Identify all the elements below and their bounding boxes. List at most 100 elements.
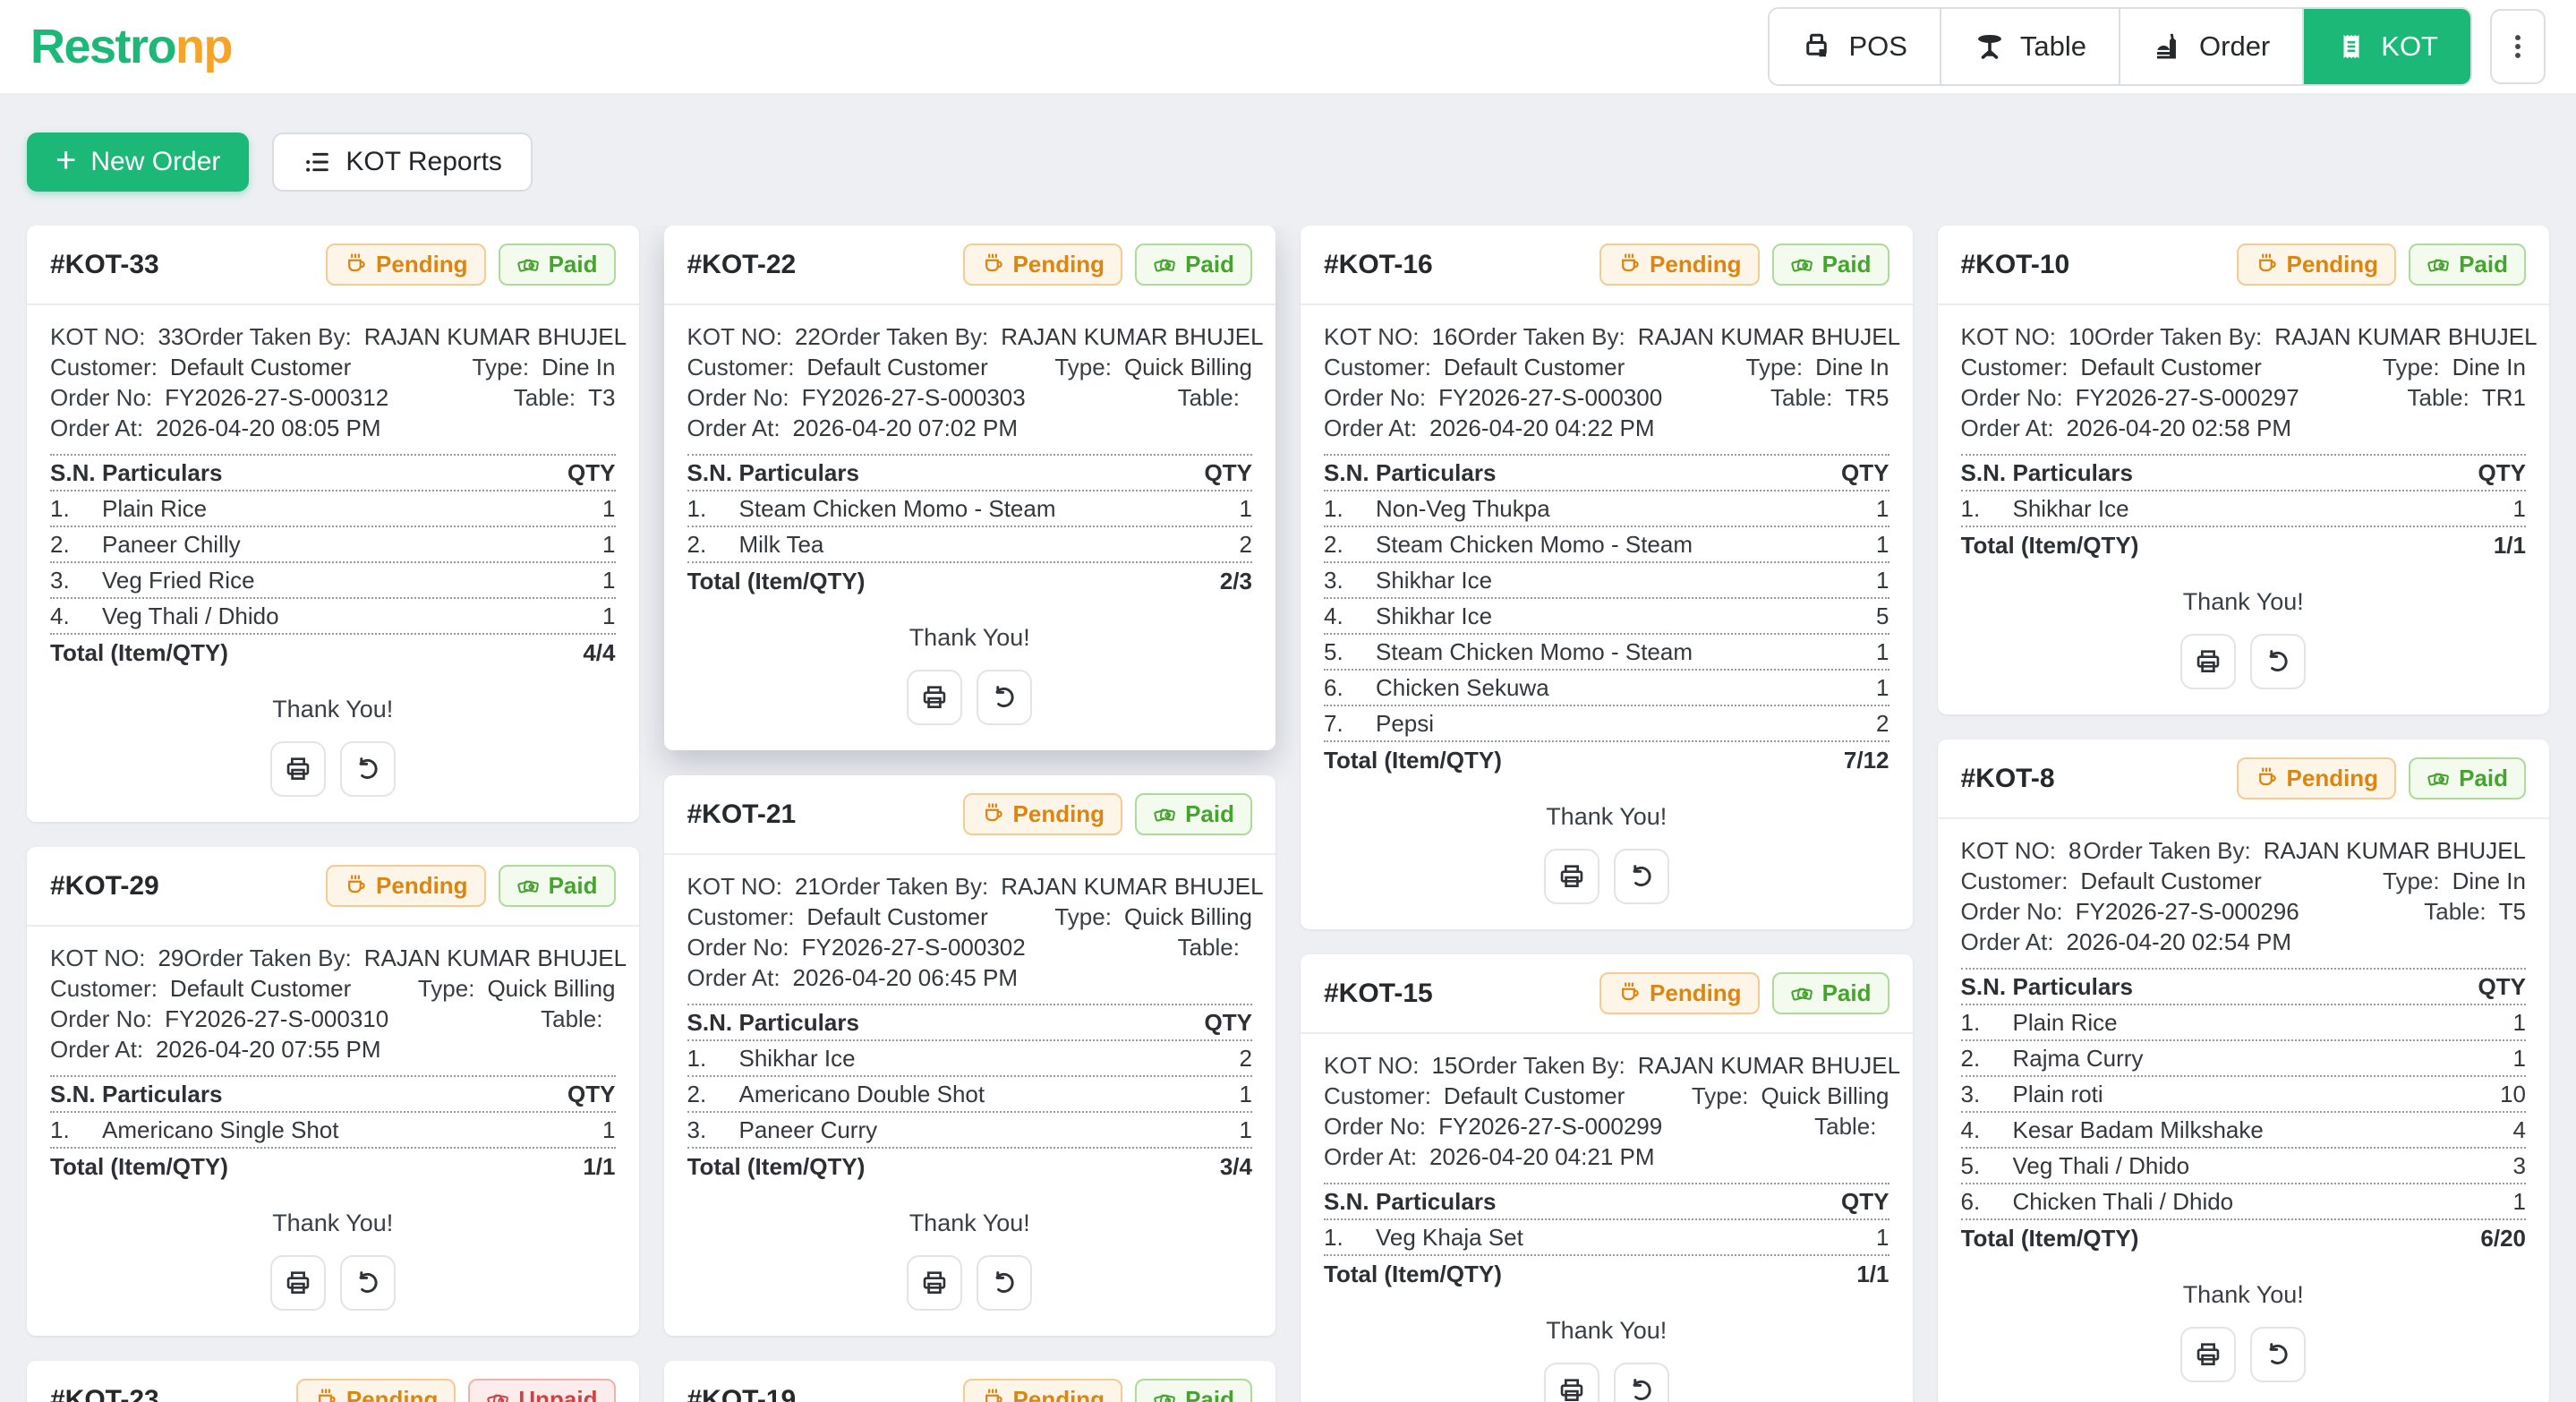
refresh-icon	[990, 1269, 1019, 1297]
print-button[interactable]	[270, 1255, 326, 1311]
customer-value: Default Customer	[806, 902, 987, 932]
order-taken-by: Order Taken By:RAJAN KUMAR BHUJEL	[183, 943, 627, 973]
item-name: Rajma Curry	[2013, 1041, 2446, 1075]
total-row: Total (Item/QTY)1/1	[50, 1147, 616, 1184]
total-value: 4/4	[535, 635, 616, 671]
paid-badge: Paid	[1135, 244, 1252, 286]
order-type-value: Quick Billing	[1124, 352, 1252, 382]
order-taken-by-value: RAJAN KUMAR BHUJEL	[2274, 321, 2537, 352]
total-row: Total (Item/QTY)1/1	[1961, 526, 2527, 563]
print-button[interactable]	[1544, 1363, 1599, 1402]
coffee-cup-icon	[981, 252, 1005, 277]
item-qty: 1	[535, 599, 616, 633]
more-menu-button[interactable]	[2490, 9, 2546, 84]
items-table-header: S.N.ParticularsQTY	[687, 454, 1253, 490]
kot-card-title: #KOT-29	[50, 871, 159, 902]
refresh-button[interactable]	[2250, 1327, 2306, 1382]
table-no: Table:	[1178, 382, 1252, 413]
nav-item-order[interactable]: Order	[2119, 9, 2302, 84]
item-name: Plain roti	[2013, 1077, 2446, 1111]
thank-you-text: Thank You!	[1961, 1281, 2527, 1309]
print-button[interactable]	[2180, 634, 2236, 689]
kot-card-header: #KOT-21PendingPaid	[664, 775, 1276, 855]
refresh-button[interactable]	[1614, 849, 1669, 904]
order-type-value: Dine In	[542, 352, 615, 382]
order-at-value: 2026-04-20 07:55 PM	[156, 1034, 381, 1064]
item-row: 6.Chicken Sekuwa1	[1324, 669, 1889, 705]
customer-label: Customer:	[687, 902, 795, 932]
item-row: 6.Chicken Thali / Dhido1	[1961, 1183, 2527, 1218]
print-button[interactable]	[907, 1255, 962, 1311]
order-info: KOT NO:8Order Taken By:RAJAN KUMAR BHUJE…	[1961, 835, 2527, 968]
thank-you-text: Thank You!	[687, 624, 1253, 652]
kot-no-label: KOT NO:	[50, 321, 145, 352]
col-qty: QTY	[2445, 456, 2526, 490]
item-row: 4.Veg Thali / Dhido1	[50, 597, 616, 633]
board-column: #KOT-10PendingPaidKOT NO:10Order Taken B…	[1938, 226, 2550, 1402]
refresh-button[interactable]	[2250, 634, 2306, 689]
item-name: Plain Rice	[2013, 1005, 2446, 1039]
refresh-button[interactable]	[977, 1255, 1032, 1311]
kot-no-value: 33	[158, 321, 183, 352]
plus-icon: +	[55, 142, 76, 178]
customer-label: Customer:	[687, 352, 795, 382]
order-no-value: FY2026-27-S-000296	[2076, 896, 2299, 927]
refresh-button[interactable]	[340, 1255, 396, 1311]
item-row: 1.Veg Khaja Set1	[1324, 1218, 1889, 1254]
order-type-label: Type:	[1054, 902, 1112, 932]
order-at-label: Order At:	[687, 413, 780, 443]
item-row: 3.Shikhar Ice1	[1324, 561, 1889, 597]
print-button[interactable]	[2180, 1327, 2236, 1382]
order-type-label: Type:	[1054, 352, 1112, 382]
item-name: Chicken Sekuwa	[1376, 671, 1809, 705]
order-at: Order At:2026-04-20 06:45 PM	[687, 962, 1019, 993]
kot-board: #KOT-33PendingPaidKOT NO:33Order Taken B…	[0, 226, 2576, 1402]
pending-badge: Pending	[2237, 757, 2397, 799]
print-button[interactable]	[907, 670, 962, 725]
new-order-button[interactable]: + New Order	[27, 133, 249, 192]
kot-no-value: 22	[795, 321, 821, 352]
status-badges: PendingUnpaid	[296, 1379, 616, 1402]
item-row: 3.Veg Fried Rice1	[50, 561, 616, 597]
items-table-header: S.N.ParticularsQTY	[687, 1004, 1253, 1039]
kot-card-title: #KOT-15	[1324, 979, 1433, 1009]
order-taken-by-label: Order Taken By:	[1457, 1050, 1625, 1081]
nav-item-pos[interactable]: POS	[1770, 9, 1939, 84]
item-name: Veg Thali / Dhido	[2013, 1149, 2446, 1183]
item-qty: 1	[1809, 492, 1889, 526]
nav-item-kot[interactable]: KOT	[2302, 9, 2470, 84]
info-row: KOT NO:15Order Taken By:RAJAN KUMAR BHUJ…	[1324, 1050, 1889, 1081]
kot-card-body: KOT NO:15Order Taken By:RAJAN KUMAR BHUJ…	[1301, 1034, 1913, 1402]
cash-register-icon	[1802, 30, 1834, 63]
total-label: Total (Item/QTY)	[687, 563, 1173, 599]
kot-card-body: KOT NO:10Order Taken By:RAJAN KUMAR BHUJ…	[1938, 305, 2550, 714]
nav-item-table[interactable]: Table	[1940, 9, 2119, 84]
total-label: Total (Item/QTY)	[50, 635, 535, 671]
col-qty: QTY	[1809, 456, 1889, 490]
items-table-header: S.N.ParticularsQTY	[1961, 454, 2527, 490]
order-type-value: Quick Billing	[487, 973, 615, 1004]
total-value: 1/1	[535, 1149, 616, 1184]
table-no: Table:TR1	[2407, 382, 2526, 413]
item-sn: 6.	[1324, 671, 1376, 705]
refresh-button[interactable]	[340, 741, 396, 797]
kot-card-title: #KOT-10	[1961, 250, 2070, 280]
kot-card-header: #KOT-8PendingPaid	[1938, 739, 2550, 819]
money-icon	[1153, 252, 1177, 277]
print-button[interactable]	[270, 741, 326, 797]
col-particulars: Particulars	[1376, 456, 1809, 490]
refresh-button[interactable]	[977, 670, 1032, 725]
print-button[interactable]	[1544, 849, 1599, 904]
item-sn: 1.	[1324, 1220, 1376, 1254]
info-row: Order No:FY2026-27-S-000299Table:	[1324, 1111, 1889, 1141]
kot-no-label: KOT NO:	[1961, 835, 2056, 866]
kot-card-header: #KOT-10PendingPaid	[1938, 226, 2550, 305]
kot-card-title: #KOT-8	[1961, 764, 2055, 794]
refresh-button[interactable]	[1614, 1363, 1669, 1402]
kot-reports-button[interactable]: KOT Reports	[272, 133, 533, 192]
table-no: Table:TR5	[1770, 382, 1889, 413]
item-sn: 4.	[1324, 599, 1376, 633]
total-row: Total (Item/QTY)4/4	[50, 633, 616, 671]
coffee-cup-icon	[1617, 252, 1642, 277]
items-table-header: S.N.ParticularsQTY	[1324, 1183, 1889, 1218]
